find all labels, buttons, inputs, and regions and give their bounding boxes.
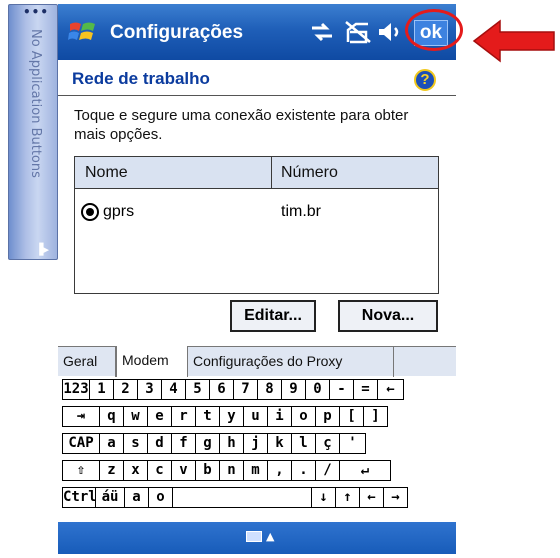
volume-icon[interactable]: [376, 20, 404, 44]
key-row3-1[interactable]: a: [99, 433, 124, 454]
tab-geral[interactable]: Geral: [58, 347, 116, 377]
connection-number: tim.br: [281, 203, 321, 220]
key-row1-4[interactable]: 4: [161, 379, 186, 400]
key-row1-13[interactable]: ←: [377, 379, 404, 400]
key-row5-1[interactable]: áü: [95, 487, 125, 508]
key-row4-4[interactable]: v: [171, 460, 196, 481]
key-row1-6[interactable]: 6: [209, 379, 234, 400]
column-header-name[interactable]: Nome: [85, 164, 128, 182]
key-row5-3[interactable]: o: [148, 487, 173, 508]
key-row5-6[interactable]: ↑: [335, 487, 360, 508]
edit-button[interactable]: Editar...: [230, 300, 316, 332]
key-row5-4[interactable]: [172, 487, 312, 508]
key-row3-8[interactable]: k: [267, 433, 292, 454]
key-row4-7[interactable]: m: [243, 460, 268, 481]
key-row1-8[interactable]: 8: [257, 379, 282, 400]
key-row4-11[interactable]: ↵: [339, 460, 391, 481]
key-row5-2[interactable]: a: [124, 487, 149, 508]
key-row3-10[interactable]: ç: [315, 433, 340, 454]
key-row4-1[interactable]: z: [99, 460, 124, 481]
key-row4-9[interactable]: .: [291, 460, 316, 481]
connection-name: gprs: [103, 203, 135, 220]
menu-bar: ▲: [58, 522, 456, 554]
connection-list[interactable]: Nome Número gprs tim.br: [74, 156, 439, 294]
key-row1-1[interactable]: 1: [89, 379, 114, 400]
key-row3-5[interactable]: g: [195, 433, 220, 454]
key-row4-8[interactable]: ,: [267, 460, 292, 481]
key-row3-7[interactable]: j: [243, 433, 268, 454]
key-row1-3[interactable]: 3: [137, 379, 162, 400]
key-row5-5[interactable]: ↓: [311, 487, 336, 508]
list-item[interactable]: gprs tim.br: [81, 201, 431, 225]
no-signal-icon[interactable]: [344, 20, 372, 44]
key-row3-9[interactable]: l: [291, 433, 316, 454]
key-row3-2[interactable]: s: [123, 433, 148, 454]
key-row2-4[interactable]: r: [171, 406, 196, 427]
key-row2-5[interactable]: t: [195, 406, 220, 427]
key-row1-9[interactable]: 9: [281, 379, 306, 400]
tab-proxy[interactable]: Configurações do Proxy: [188, 347, 394, 377]
input-selector-arrow-icon[interactable]: ▲: [266, 530, 274, 543]
soft-keyboard: 123 1 2 3 4 5 6 7 8 9 0- = ← ⇥ q w e r t y u i o p[] CAP a s d f g h j k…: [60, 377, 454, 517]
key-row4-6[interactable]: n: [219, 460, 244, 481]
title-bar: Configurações ok: [58, 4, 456, 60]
window-title: Configurações: [110, 22, 244, 43]
key-row2-11[interactable]: [: [339, 406, 364, 427]
instructions-text: Toque e segure uma conexão existente par…: [74, 107, 409, 143]
device-screen: Configurações ok Rede de trabalho ? Toqu…: [58, 4, 456, 554]
windows-start-icon[interactable]: [68, 18, 98, 46]
key-row1-11[interactable]: -: [329, 379, 354, 400]
panel-toggle-icon[interactable]: ▐▸: [35, 243, 51, 256]
new-button[interactable]: Nova...: [338, 300, 438, 332]
key-row1-12[interactable]: =: [353, 379, 378, 400]
page-title: Rede de trabalho: [72, 69, 210, 88]
key-row3-11[interactable]: ': [339, 433, 366, 454]
key-row2-0[interactable]: ⇥: [62, 406, 100, 427]
highlight-circle: [405, 9, 463, 51]
column-divider: [271, 157, 272, 189]
key-row2-3[interactable]: e: [147, 406, 172, 427]
key-row3-4[interactable]: f: [171, 433, 196, 454]
key-row2-12[interactable]: ]: [363, 406, 388, 427]
key-row1-0[interactable]: 123: [62, 379, 90, 400]
key-row4-5[interactable]: b: [195, 460, 220, 481]
column-header-number[interactable]: Número: [281, 164, 338, 182]
key-row2-6[interactable]: y: [219, 406, 244, 427]
key-row3-0[interactable]: CAP: [62, 433, 100, 454]
key-row2-9[interactable]: o: [291, 406, 316, 427]
connectivity-icon[interactable]: [308, 20, 336, 44]
key-row3-3[interactable]: d: [147, 433, 172, 454]
key-row2-7[interactable]: u: [243, 406, 268, 427]
key-row2-1[interactable]: q: [99, 406, 124, 427]
key-row1-5[interactable]: 5: [185, 379, 210, 400]
page-header: Rede de trabalho ?: [58, 60, 456, 96]
keyboard-icon[interactable]: [246, 531, 262, 542]
application-buttons-panel: ••• No Application Buttons ▐▸: [8, 4, 58, 260]
key-row2-2[interactable]: w: [123, 406, 148, 427]
list-header: Nome Número: [75, 157, 438, 189]
key-row1-7[interactable]: 7: [233, 379, 258, 400]
key-row5-0[interactable]: Ctrl: [62, 487, 97, 508]
selected-radio-icon[interactable]: [81, 203, 99, 221]
key-row5-8[interactable]: →: [383, 487, 408, 508]
key-row3-6[interactable]: h: [219, 433, 244, 454]
key-row4-2[interactable]: x: [123, 460, 148, 481]
key-row1-2[interactable]: 2: [113, 379, 138, 400]
tab-modem[interactable]: Modem: [116, 346, 188, 377]
key-row5-7[interactable]: ←: [359, 487, 384, 508]
key-row1-10[interactable]: 0: [305, 379, 330, 400]
key-row2-8[interactable]: i: [267, 406, 292, 427]
grip-dots-icon: •••: [23, 5, 50, 19]
tab-strip: Geral Modem Configurações do Proxy: [58, 346, 456, 377]
key-row4-10[interactable]: /: [315, 460, 340, 481]
help-icon[interactable]: ?: [414, 69, 436, 91]
side-panel-label: No Application Buttons: [28, 29, 43, 178]
pointer-arrow-icon: [472, 19, 555, 63]
key-row2-10[interactable]: p: [315, 406, 340, 427]
key-row4-0[interactable]: ⇧: [62, 460, 100, 481]
key-row4-3[interactable]: c: [147, 460, 172, 481]
